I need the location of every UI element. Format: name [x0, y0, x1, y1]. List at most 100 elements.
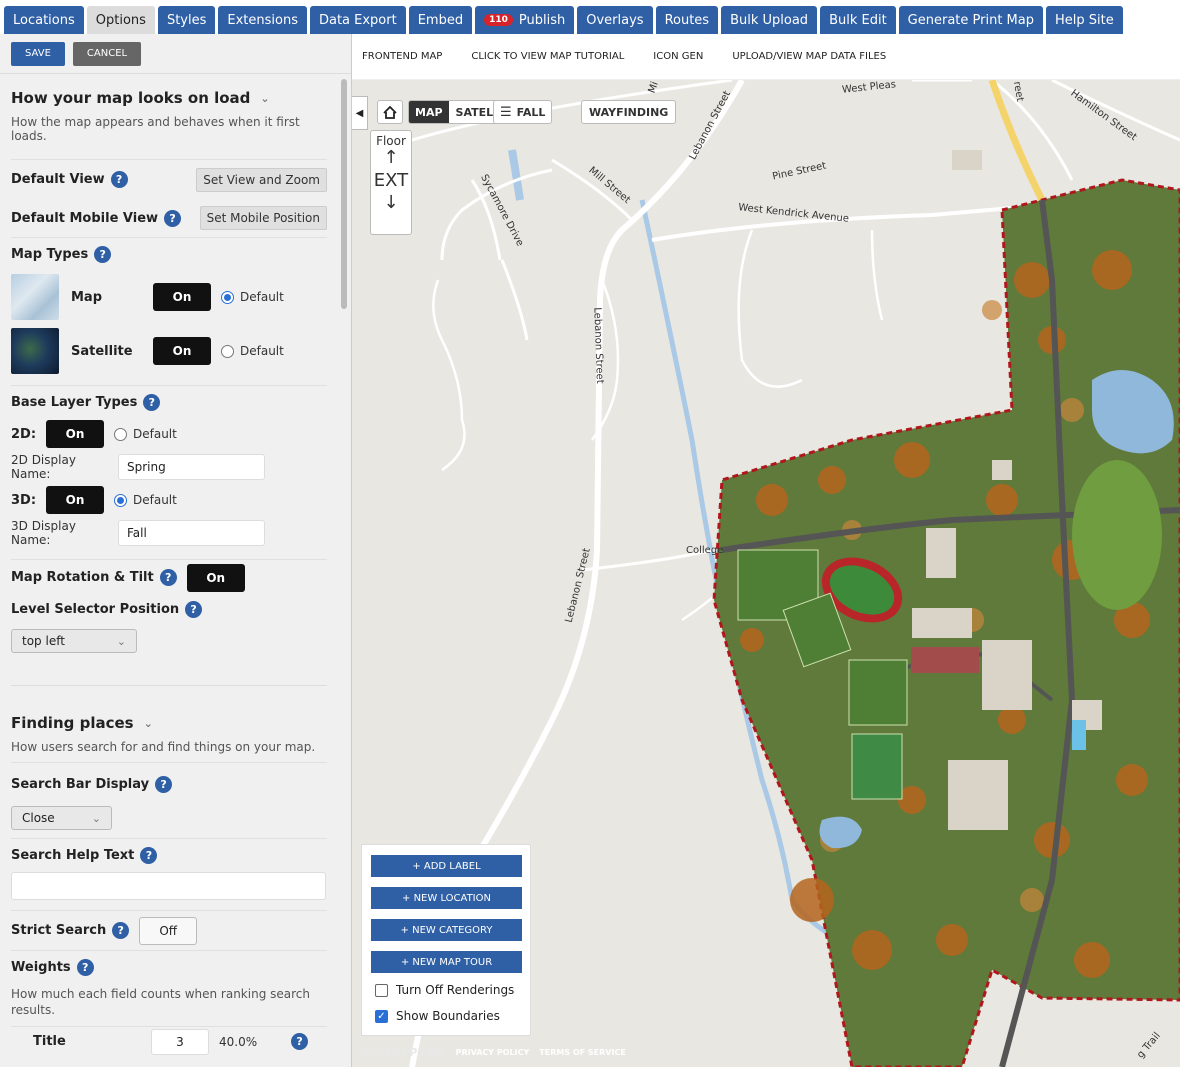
- tab-generate-print-map[interactable]: Generate Print Map: [898, 6, 1043, 34]
- tab-extensions[interactable]: Extensions: [218, 6, 307, 34]
- tab-publish[interactable]: 110 Publish: [475, 6, 575, 34]
- search-bar-select[interactable]: Close ⌄: [11, 806, 112, 830]
- radio-checked[interactable]: [114, 493, 127, 507]
- tab-options[interactable]: Options: [86, 6, 155, 34]
- tab-data-export[interactable]: Data Export: [309, 6, 406, 34]
- tab-label: Styles: [166, 12, 207, 28]
- checkbox-checked[interactable]: ✓: [375, 1009, 388, 1023]
- threed-name-label: 3D Display Name:: [11, 519, 76, 547]
- map-type-satellite-toggle[interactable]: On: [153, 337, 211, 365]
- show-boundaries-checkbox[interactable]: ✓ Show Boundaries: [375, 1009, 521, 1023]
- chevron-down-icon[interactable]: ⌄: [260, 92, 269, 105]
- chevron-down-icon: ⌄: [116, 634, 126, 648]
- default-view-label: Default View?: [11, 171, 128, 188]
- subbar-link[interactable]: FRONTEND MAP: [362, 51, 442, 62]
- panel-scrollbar[interactable]: [341, 79, 347, 309]
- map-tool-button[interactable]: + NEW CATEGORY: [371, 919, 522, 941]
- help-icon[interactable]: ?: [185, 600, 203, 618]
- level-selector-select[interactable]: top left ⌄: [11, 629, 137, 653]
- radio-unchecked[interactable]: [221, 344, 234, 358]
- floor-value: EXT: [373, 170, 409, 191]
- map-tool-button[interactable]: + NEW MAP TOUR: [371, 951, 522, 973]
- help-icon[interactable]: ?: [140, 847, 158, 864]
- section-desc: How users search for and find things on …: [11, 740, 316, 754]
- subbar-link[interactable]: ICON GEN: [653, 51, 703, 62]
- mobile-view-label: Default Mobile View?: [11, 209, 182, 227]
- floor-label: Floor: [376, 134, 406, 148]
- help-icon[interactable]: ?: [76, 959, 94, 976]
- tab-label: Embed: [417, 12, 464, 28]
- search-help-input[interactable]: [11, 872, 326, 900]
- weights-label: Weights?: [11, 959, 94, 976]
- tab-bulk-upload[interactable]: Bulk Upload: [721, 6, 818, 34]
- map-type-map-default[interactable]: Default: [221, 290, 284, 304]
- terms-link[interactable]: TERMS OF SERVICE: [539, 1048, 626, 1057]
- collapse-panel-button[interactable]: ◀: [352, 96, 368, 130]
- map-tool-button[interactable]: + NEW LOCATION: [371, 887, 522, 909]
- subbar-link[interactable]: CLICK TO VIEW MAP TUTORIAL: [471, 51, 624, 62]
- tab-label: Generate Print Map: [907, 12, 1034, 28]
- weight-title-input[interactable]: 3: [151, 1028, 209, 1055]
- map-view[interactable]: West Pleas Lebanon Street Hamilton Stree…: [352, 80, 1180, 1067]
- section-title-load[interactable]: How your map looks on load ⌄: [11, 89, 327, 107]
- floor-down-icon[interactable]: ↓: [371, 191, 411, 215]
- weights-desc: How much each field counts when ranking …: [11, 987, 310, 1017]
- twod-name-input[interactable]: Spring: [118, 454, 265, 480]
- threed-default[interactable]: Default: [114, 493, 177, 507]
- tab-label: Data Export: [318, 12, 397, 28]
- privacy-link[interactable]: PRIVACY POLICY: [456, 1048, 530, 1057]
- rotation-label: Map Rotation & Tilt?: [11, 569, 177, 586]
- strict-search-toggle[interactable]: Off: [139, 916, 198, 945]
- help-icon[interactable]: ?: [143, 394, 161, 411]
- set-view-zoom-button[interactable]: Set View and Zoom: [196, 167, 327, 192]
- checkbox-unchecked[interactable]: [375, 983, 388, 997]
- map-type-map-toggle[interactable]: On: [153, 283, 211, 311]
- turn-off-renderings-checkbox[interactable]: Turn Off Renderings: [375, 983, 521, 997]
- strict-search-label: Strict Search?: [11, 922, 130, 939]
- base-layer-label: Base Layer Types?: [11, 394, 161, 411]
- tab-routes[interactable]: Routes: [655, 6, 719, 34]
- map-type-satellite-label: Satellite: [71, 343, 133, 359]
- chevron-down-icon[interactable]: ⌄: [144, 717, 153, 730]
- threed-toggle[interactable]: On: [46, 486, 104, 514]
- tab-bulk-edit[interactable]: Bulk Edit: [820, 6, 896, 34]
- map-tools-panel: + ADD LABEL + NEW LOCATION + NEW CATEGORY +…: [361, 844, 531, 1036]
- threed-name-input[interactable]: Fall: [118, 520, 265, 546]
- map-type-map-button[interactable]: MAP: [409, 101, 449, 123]
- map-tool-button[interactable]: + ADD LABEL: [371, 855, 522, 877]
- twod-toggle[interactable]: On: [46, 420, 104, 448]
- search-bar-label: Search Bar Display?: [11, 776, 173, 793]
- cancel-button[interactable]: CANCEL: [72, 41, 142, 66]
- radio-unchecked[interactable]: [114, 427, 127, 441]
- radio-checked[interactable]: [221, 290, 234, 304]
- tab-styles[interactable]: Styles: [157, 6, 216, 34]
- street-label: College: [686, 545, 724, 556]
- help-icon[interactable]: ?: [94, 246, 112, 263]
- help-icon[interactable]: ?: [112, 922, 130, 939]
- save-button[interactable]: SAVE: [11, 41, 65, 66]
- tab-overlays[interactable]: Overlays: [577, 6, 653, 34]
- rotation-toggle[interactable]: On: [186, 563, 245, 592]
- wayfinding-button[interactable]: WAYFINDING: [581, 100, 677, 124]
- layers-button[interactable]: ☰ FALL: [493, 100, 553, 124]
- floor-up-icon[interactable]: ↑: [371, 148, 411, 168]
- help-icon[interactable]: ?: [164, 209, 182, 227]
- section-title-finding[interactable]: Finding places ⌄: [11, 714, 327, 732]
- twod-default[interactable]: Default: [114, 427, 177, 441]
- help-icon[interactable]: ?: [155, 776, 173, 793]
- weight-title-pct: 40.0%: [219, 1034, 258, 1049]
- help-icon[interactable]: ?: [291, 1033, 309, 1050]
- satellite-thumbnail: [11, 328, 59, 374]
- set-mobile-position-button[interactable]: Set Mobile Position: [199, 206, 327, 230]
- home-button[interactable]: [377, 100, 403, 124]
- help-icon[interactable]: ?: [110, 171, 128, 188]
- subbar-link[interactable]: UPLOAD/VIEW MAP DATA FILES: [732, 51, 886, 62]
- tab-help-site[interactable]: Help Site: [1046, 6, 1123, 34]
- search-help-label: Search Help Text?: [11, 847, 158, 864]
- home-icon: [383, 105, 397, 119]
- tab-embed[interactable]: Embed: [408, 6, 473, 34]
- tab-locations[interactable]: Locations: [4, 6, 84, 34]
- help-icon[interactable]: ?: [159, 569, 177, 586]
- top-tab-bar: Locations Options Styles Extensions Data Exp…: [0, 0, 1180, 34]
- map-type-satellite-default[interactable]: Default: [221, 344, 284, 358]
